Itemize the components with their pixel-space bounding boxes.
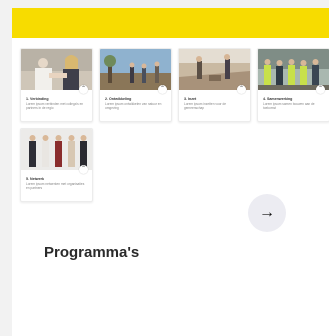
card-carousel: ⌃ 1. Verbinding Lorem ipsum verbinden me… — [12, 48, 329, 218]
chevron-up-icon[interactable]: ⌃ — [79, 165, 88, 174]
card-image: ⌃ — [258, 49, 329, 94]
card-title: 1. Verbinding — [26, 97, 49, 101]
card-description: Lorem ipsum ontwikkelen van natuur en om… — [105, 102, 162, 110]
chevron-up-icon[interactable]: ⌃ — [316, 85, 325, 94]
card-description: Lorem ipsum netwerken met organisaties e… — [26, 182, 85, 190]
card-image: ⌃ — [100, 49, 171, 94]
card-description: Lorem ipsum verbinden met collega's en p… — [26, 102, 84, 110]
chevron-up-icon[interactable]: ⌃ — [79, 85, 88, 94]
card-image: ⌃ — [21, 129, 92, 174]
accent-bar — [12, 8, 329, 38]
card-image: ⌃ — [21, 49, 92, 94]
content-panel: ⌃ 1. Verbinding Lorem ipsum verbinden me… — [12, 8, 329, 336]
next-button[interactable]: → — [248, 194, 286, 232]
program-card[interactable]: ⌃ 3. Inzet Lorem ipsum inzetten voor de … — [178, 48, 251, 122]
program-card[interactable]: ⌃ 4. Samenwerking Lorem ipsum samen bouw… — [257, 48, 329, 122]
chevron-up-icon[interactable]: ⌃ — [237, 85, 246, 94]
program-card[interactable]: ⌃ 5. Netwerk Lorem ipsum netwerken met o… — [20, 128, 93, 202]
card-image: ⌃ — [179, 49, 250, 94]
chevron-up-icon[interactable]: ⌃ — [158, 85, 167, 94]
section-title: Programma's — [44, 244, 140, 261]
card-description: Lorem ipsum inzetten voor de gemeenschap — [184, 102, 226, 110]
program-card[interactable]: ⌃ 1. Verbinding Lorem ipsum verbinden me… — [20, 48, 93, 122]
card-title: 3. Inzet — [184, 97, 197, 101]
arrow-right-icon: → — [259, 204, 275, 221]
program-card[interactable]: ⌃ 2. Ontwikkeling Lorem ipsum ontwikkele… — [99, 48, 172, 122]
card-description: Lorem ipsum samen bouwen aan de toekomst — [263, 102, 315, 110]
card-title: 4. Samenwerking — [263, 97, 293, 101]
card-title: 5. Netwerk — [26, 177, 44, 181]
card-title: 2. Ontwikkeling — [105, 97, 132, 101]
